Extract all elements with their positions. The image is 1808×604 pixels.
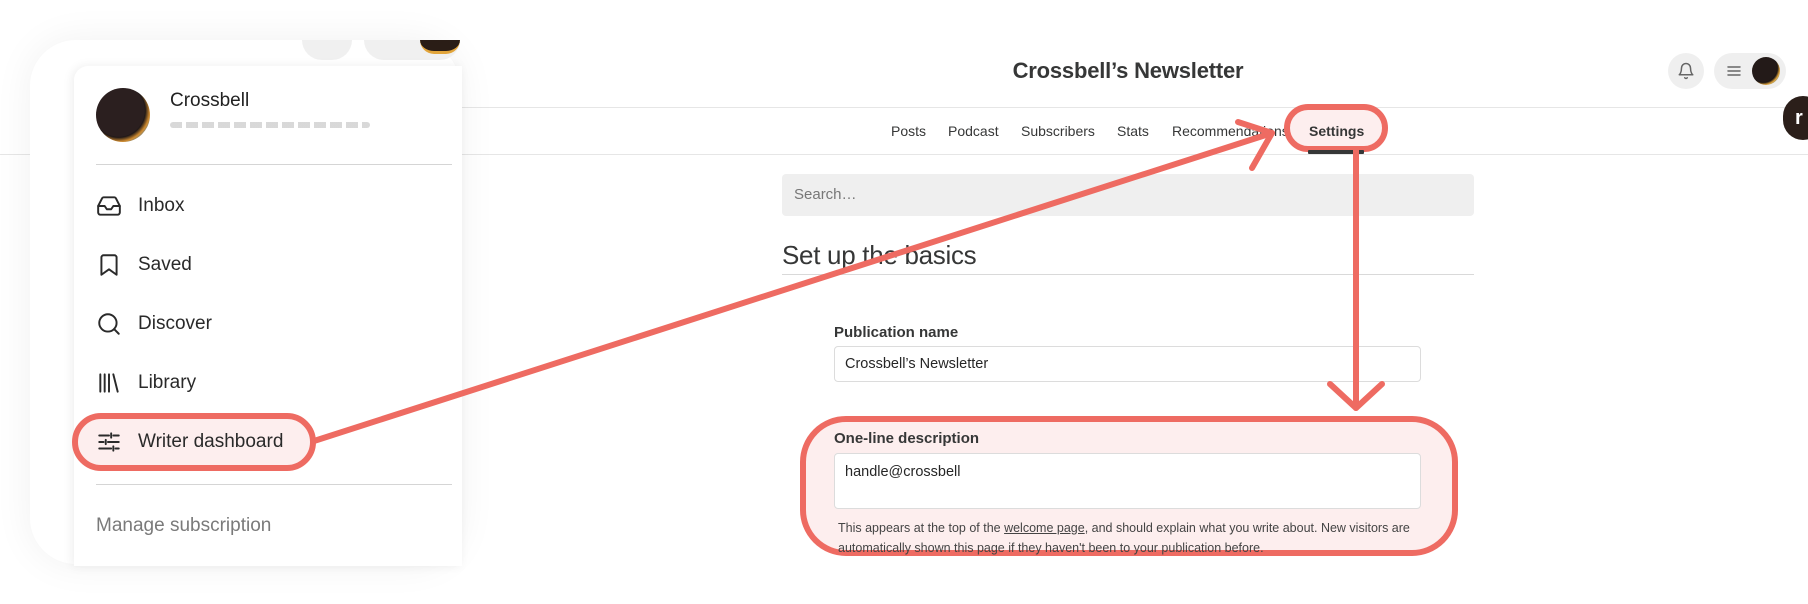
search-icon — [98, 313, 120, 335]
menu-item-label: Library — [138, 372, 197, 393]
manage-subscription-link[interactable]: Manage subscription — [96, 515, 271, 537]
tab-recommendations[interactable]: Recommendations — [1172, 123, 1289, 139]
menu-item-label: Writer dashboard — [138, 431, 284, 452]
publication-name-field[interactable]: Crossbell’s Newsletter — [834, 346, 1421, 382]
menu-item-saved[interactable]: Saved — [96, 252, 192, 278]
user-avatar — [96, 88, 150, 142]
description-label: One-line description — [834, 430, 980, 447]
bell-icon — [1678, 62, 1694, 80]
menu-item-label: Saved — [138, 254, 192, 275]
avatar — [1752, 57, 1780, 85]
redacted-email — [170, 122, 370, 128]
account-menu-button[interactable] — [1714, 53, 1786, 89]
menu-item-label: Inbox — [138, 195, 185, 216]
tab-subscribers[interactable]: Subscribers — [1021, 123, 1095, 139]
bookmark-icon — [100, 254, 118, 276]
menu-item-inbox[interactable]: Inbox — [96, 193, 184, 219]
menu-item-library[interactable]: Library — [96, 370, 196, 396]
menu-item-discover[interactable]: Discover — [96, 311, 212, 337]
menu-item-label: Discover — [138, 313, 212, 334]
menu-divider — [96, 164, 452, 165]
hamburger-icon — [1727, 66, 1741, 76]
section-divider — [782, 274, 1474, 275]
description-field[interactable]: handle@crossbell — [834, 453, 1421, 509]
welcome-page-link[interactable]: welcome page — [1004, 521, 1085, 535]
search-input[interactable]: Search… — [782, 174, 1474, 216]
publication-name-label: Publication name — [834, 324, 959, 341]
menu-item-writer-dashboard[interactable]: Writer dashboard — [96, 429, 283, 455]
tab-settings[interactable]: Settings — [1309, 123, 1364, 139]
header-divider — [460, 107, 1808, 108]
description-helper-text: This appears at the top of the welcome p… — [838, 518, 1418, 558]
active-tab-indicator — [1308, 150, 1364, 154]
tab-stats[interactable]: Stats — [1117, 123, 1149, 139]
section-title: Set up the basics — [782, 240, 977, 270]
inbox-icon — [97, 196, 121, 216]
notifications-button[interactable] — [1668, 53, 1704, 89]
user-name: Crossbell — [170, 90, 250, 111]
tab-posts[interactable]: Posts — [891, 123, 926, 139]
sliders-icon — [98, 432, 120, 452]
menu-divider — [96, 484, 452, 485]
arrow-to-description-head — [1327, 381, 1385, 411]
library-icon — [99, 373, 119, 393]
tab-podcast[interactable]: Podcast — [948, 123, 999, 139]
helper-text-prefix: This appears at the top of the — [838, 521, 1005, 535]
